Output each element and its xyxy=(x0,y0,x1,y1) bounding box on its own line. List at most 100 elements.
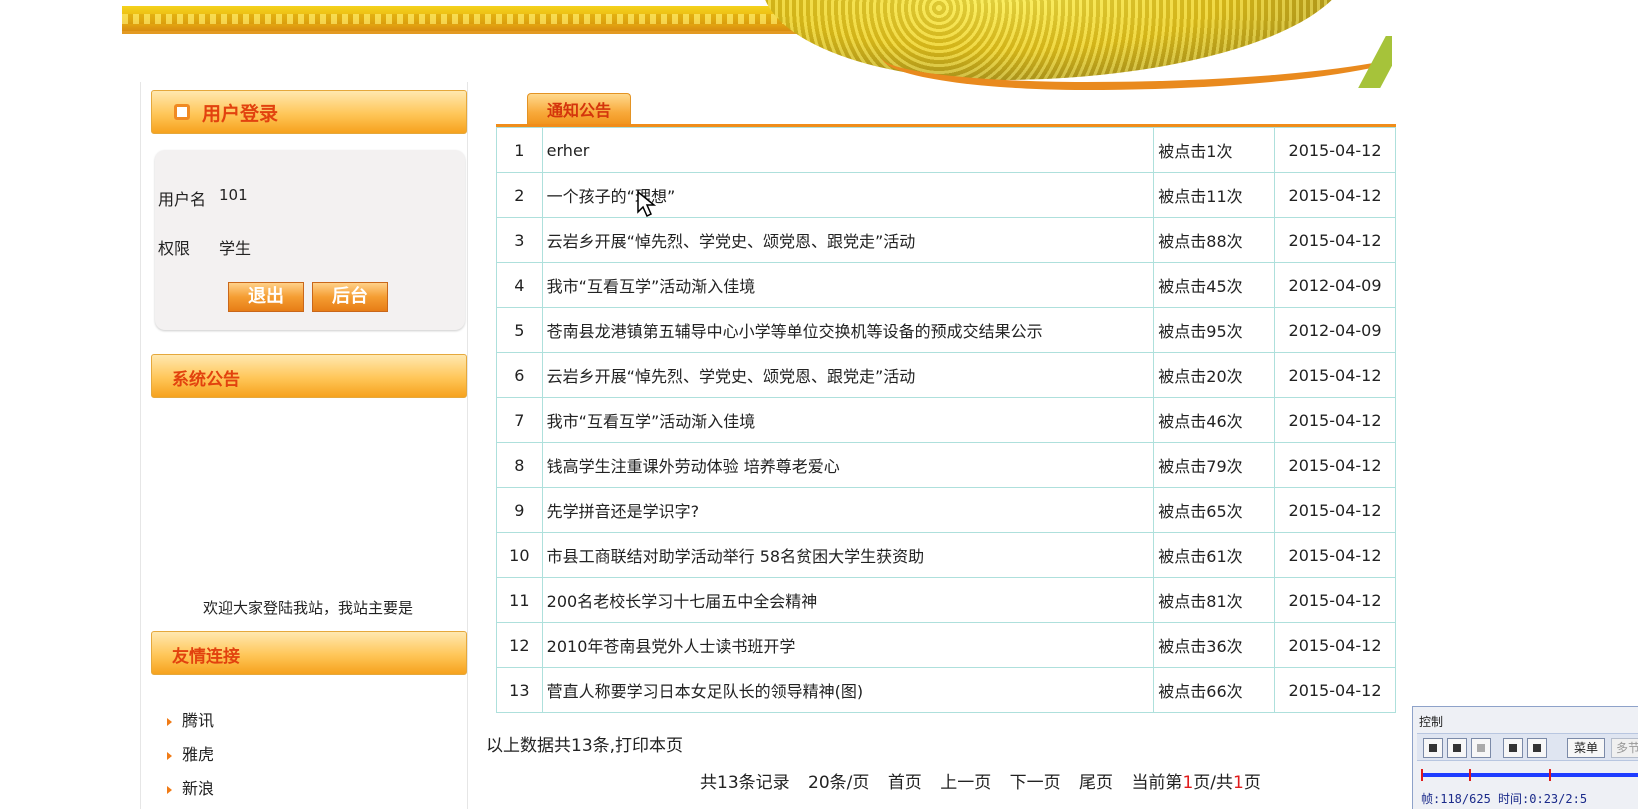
notice-date: 2015-04-12 xyxy=(1274,622,1396,668)
notice-date: 2015-04-12 xyxy=(1274,397,1396,443)
row-number: 6 xyxy=(496,352,543,398)
timeline-marker xyxy=(1469,769,1471,781)
table-row: 6 云岩乡开展“悼先烈、学党史、颂党恩、跟党走”活动 被点击20次 2015-04-1… xyxy=(496,352,1396,398)
notice-title-link[interactable]: 菅直人称要学习日本女足队长的领导精神(图) xyxy=(547,682,864,701)
pager-current-page: 1 xyxy=(1182,773,1194,793)
friend-link-item[interactable]: 新浪 xyxy=(167,775,214,799)
row-number: 11 xyxy=(496,577,543,623)
notice-title-link[interactable]: 钱高学生注重课外劳动体验 培养尊老爱心 xyxy=(547,457,840,476)
admin-button[interactable]: 后台 xyxy=(312,282,388,312)
login-info-box: 用户名 101 权限 学生 xyxy=(155,150,465,330)
notice-title-link[interactable]: 我市“互看互学”活动渐入佳境 xyxy=(547,277,756,296)
click-count: 被点击81次 xyxy=(1153,577,1276,623)
notice-date: 2012-04-09 xyxy=(1274,262,1396,308)
banner-arc xyxy=(882,30,1392,90)
click-count: 被点击36次 xyxy=(1153,622,1276,668)
notice-date: 2012-04-09 xyxy=(1274,307,1396,353)
notice-date: 2015-04-12 xyxy=(1274,127,1396,173)
bullet-arrow-icon xyxy=(167,751,172,760)
row-number: 7 xyxy=(496,397,543,443)
fit-window-icon xyxy=(1509,744,1517,752)
notice-title-link[interactable]: 云岩乡开展“悼先烈、学党史、颂党恩、跟党走”活动 xyxy=(547,367,916,386)
row-number: 12 xyxy=(496,622,543,668)
notice-date: 2015-04-12 xyxy=(1274,442,1396,488)
notice-title-link[interactable]: 云岩乡开展“悼先烈、学党史、颂党恩、跟党走”活动 xyxy=(547,232,916,251)
pager-total-pages: 1 xyxy=(1233,773,1244,793)
click-count: 被点击20次 xyxy=(1153,352,1276,398)
fit-window-button[interactable] xyxy=(1503,738,1523,758)
pager-first[interactable]: 首页 xyxy=(888,773,922,793)
permission-value: 学生 xyxy=(219,239,252,258)
table-row: 1 erher 被点击1次 2015-04-12 xyxy=(496,127,1396,173)
friend-link-item[interactable]: 腾讯 xyxy=(167,707,214,731)
row-number: 8 xyxy=(496,442,543,488)
friend-link-label: 腾讯 xyxy=(182,711,215,730)
notice-date: 2015-04-12 xyxy=(1274,577,1396,623)
pager-current-suffix: 页 xyxy=(1243,773,1261,793)
notice-title-link[interactable]: 2010年苍南县党外人士读书班开学 xyxy=(547,637,796,656)
timeline-marker xyxy=(1421,769,1423,781)
table-row: 12 2010年苍南县党外人士读书班开学 被点击36次 2015-04-12 xyxy=(496,622,1396,668)
fullscreen-button[interactable] xyxy=(1527,738,1547,758)
friend-link-item[interactable]: 雅虎 xyxy=(167,741,214,765)
notice-title-link[interactable]: erher xyxy=(547,141,590,160)
friend-links-title: 友情连接 xyxy=(172,647,240,667)
click-count: 被点击46次 xyxy=(1153,397,1276,443)
table-row: 13 菅直人称要学习日本女足队长的领导精神(图) 被点击66次 2015-04-12 xyxy=(496,667,1396,713)
pagination: 共13条记录 20条/页 首页 上一页 下一页 尾页 当前第1页/共1页 xyxy=(700,768,1261,793)
click-count: 被点击11次 xyxy=(1153,172,1276,218)
notice-date: 2015-04-12 xyxy=(1274,667,1396,713)
click-count: 被点击88次 xyxy=(1153,217,1276,263)
more-button[interactable]: 多节 xyxy=(1611,738,1638,758)
row-number: 2 xyxy=(496,172,543,218)
row-number: 1 xyxy=(496,127,543,173)
banner-strip xyxy=(122,6,802,34)
notice-date: 2015-04-12 xyxy=(1274,217,1396,263)
friend-link-label: 雅虎 xyxy=(182,745,215,764)
pager-current-prefix: 当前第 xyxy=(1131,773,1183,793)
pager-current: 当前第1页/共1页 xyxy=(1131,773,1260,793)
pager-next[interactable]: 下一页 xyxy=(1010,773,1061,793)
notice-title-link[interactable]: 200名老校长学习十七届五中全会精神 xyxy=(547,592,818,611)
bullet-arrow-icon xyxy=(167,785,172,794)
system-notice-header: 系统公告 xyxy=(151,354,467,398)
data-summary-print-link[interactable]: 以上数据共13条,打印本页 xyxy=(486,731,683,756)
notice-date: 2015-04-12 xyxy=(1274,532,1396,578)
stop-button[interactable] xyxy=(1447,738,1467,758)
username-value: 101 xyxy=(219,186,248,204)
play-button[interactable] xyxy=(1423,738,1443,758)
timeline-marker xyxy=(1549,769,1551,781)
pager-last[interactable]: 尾页 xyxy=(1079,773,1113,793)
step-button[interactable] xyxy=(1471,738,1491,758)
control-panel-title: 控制 xyxy=(1419,715,1444,729)
click-count: 被点击1次 xyxy=(1153,127,1276,173)
notice-title-link[interactable]: 苍南县龙港镇第五辅导中心小学等单位交换机等设备的预成交结果公示 xyxy=(547,322,1043,341)
row-number: 10 xyxy=(496,532,543,578)
playback-timeline[interactable] xyxy=(1421,773,1638,777)
control-toolbar: 菜单 多节 xyxy=(1417,733,1638,761)
notice-title-link[interactable]: 我市“互看互学”活动渐入佳境 xyxy=(547,412,756,431)
click-count: 被点击95次 xyxy=(1153,307,1276,353)
pager-prev[interactable]: 上一页 xyxy=(940,773,991,793)
recorder-control-panel: 控制 菜单 多节 帧:118/625 时间:0:23/2:5 xyxy=(1412,706,1638,809)
table-row: 2 一个孩子的“理想” 被点击11次 2015-04-12 xyxy=(496,172,1396,218)
login-panel-header: 用户登录 xyxy=(151,90,467,134)
tab-notices[interactable]: 通知公告 xyxy=(527,93,631,125)
notice-title-link[interactable]: 先学拼音还是学识字? xyxy=(547,502,700,521)
notice-title-link[interactable]: 市县工商联结对助学活动举行 58名贫困大学生获资助 xyxy=(547,547,924,566)
click-count: 被点击45次 xyxy=(1153,262,1276,308)
row-number: 9 xyxy=(496,487,543,533)
row-number: 5 xyxy=(496,307,543,353)
menu-button[interactable]: 菜单 xyxy=(1567,738,1605,758)
click-count: 被点击66次 xyxy=(1153,667,1276,713)
step-icon xyxy=(1477,744,1485,752)
login-icon xyxy=(174,104,190,120)
table-row: 4 我市“互看互学”活动渐入佳境 被点击45次 2012-04-09 xyxy=(496,262,1396,308)
login-panel-title: 用户登录 xyxy=(202,103,279,125)
username-label: 用户名 xyxy=(158,190,207,209)
logout-button[interactable]: 退出 xyxy=(228,282,304,312)
permission-label: 权限 xyxy=(158,239,191,258)
playback-status: 帧:118/625 时间:0:23/2:5 xyxy=(1421,792,1588,806)
pager-total: 共13条记录 xyxy=(700,773,790,793)
table-row: 10 市县工商联结对助学活动举行 58名贫困大学生获资助 被点击61次 2015-04… xyxy=(496,532,1396,578)
